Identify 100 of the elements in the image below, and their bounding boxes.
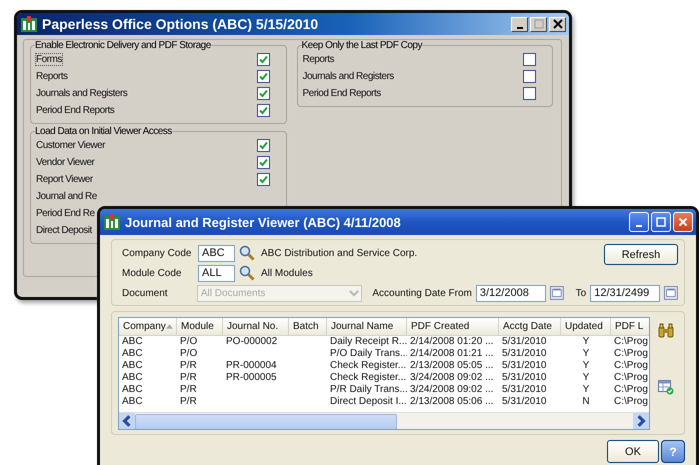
checkbox-label: Journal and Re [35, 190, 98, 203]
table-cell: Daily Receipt R... [330, 336, 407, 347]
table-cell: P/O [180, 336, 198, 347]
minimize-icon [636, 224, 642, 226]
field-label: Company Code [122, 248, 192, 258]
group-title: Keep Only the Last PDF Copy [302, 40, 422, 51]
maximize-icon [534, 19, 544, 29]
table-cell: P/O Daily Trans... [330, 348, 407, 359]
checkbox[interactable] [256, 173, 270, 186]
checkbox[interactable] [256, 87, 270, 100]
date-field[interactable]: 3/12/2008 [476, 284, 546, 302]
table-cell: PR-000005 [226, 372, 277, 383]
horizontal-scrollbar[interactable] [119, 412, 649, 429]
column-header[interactable]: PDF L [611, 318, 649, 335]
column-header[interactable]: Acctg Date [499, 318, 561, 335]
table-cell: 5/31/2010 [502, 360, 546, 371]
checkbox-label: Period End Reports [35, 104, 116, 117]
table-cell: 2/13/2008 05:06 ... [410, 396, 494, 407]
input-field[interactable]: ABC [198, 244, 235, 262]
table-cell: 3/24/2008 09:02 ... [410, 372, 494, 383]
table-cell: 5/31/2010 [502, 372, 546, 383]
table-cell: Y [582, 348, 590, 359]
table-cell: 5/31/2010 [502, 396, 546, 407]
table-cell: 5/31/2010 [502, 348, 546, 359]
checkbox-label: Period End Reports [302, 87, 382, 100]
search-icon[interactable] [239, 245, 255, 261]
binoculars-icon[interactable] [658, 323, 674, 339]
column-header[interactable]: Updated [561, 318, 611, 335]
column-header[interactable]: Module [177, 318, 223, 335]
column-header[interactable]: Journal Name [327, 318, 407, 335]
checkbox-label: Direct Deposit [35, 224, 93, 237]
close-icon [678, 217, 688, 227]
window-title: Paperless Office Options (ABC) 5/15/2010 [42, 16, 320, 32]
checkbox[interactable] [256, 156, 270, 169]
app-icon [104, 214, 120, 230]
calendar-icon[interactable] [664, 286, 678, 300]
checkbox[interactable] [256, 139, 270, 152]
checkbox-label: Report Viewer [35, 173, 94, 186]
table-cell: ABC [122, 396, 143, 407]
group-title: Load Data on Initial Viewer Access [35, 126, 172, 137]
table-cell: P/O [180, 348, 198, 359]
table-check-icon[interactable] [658, 379, 674, 395]
checkbox[interactable] [256, 104, 270, 117]
table-cell: ABC [122, 372, 143, 383]
checkbox-label: Reports [35, 70, 69, 83]
table-cell: P/R Daily Trans... [330, 384, 407, 395]
table-cell: ABC [122, 360, 143, 371]
field-label: To [576, 288, 586, 298]
table-cell: 2/13/2008 05:05 ... [410, 360, 494, 371]
table-cell: PR-000004 [226, 360, 277, 371]
field-label: Document [122, 288, 169, 298]
minimize-button[interactable] [511, 16, 528, 32]
column-header[interactable]: Batch [289, 318, 327, 335]
table-cell: P/R [180, 360, 197, 371]
table-cell: Check Register... [330, 360, 406, 371]
table-cell: C:\Prog [614, 336, 648, 347]
column-header[interactable]: Journal No. [223, 318, 289, 335]
checkbox-label: Journals and Registers [35, 87, 128, 100]
ok-button[interactable]: OK [607, 440, 659, 463]
table-cell: C:\Prog [614, 396, 648, 407]
date-field[interactable]: 12/31/2499 [590, 284, 660, 302]
scroll-left-icon[interactable] [119, 413, 135, 429]
minimize-button[interactable] [629, 212, 649, 232]
table-cell: ABC [122, 336, 143, 347]
table-cell: PO-000002 [226, 336, 278, 347]
refresh-button[interactable]: Refresh [604, 244, 678, 265]
table-cell: Direct Deposit I... [330, 396, 407, 407]
table-cell: P/R [180, 384, 197, 395]
search-icon[interactable] [239, 265, 255, 281]
checkbox-label: Vendor Viewer [35, 156, 96, 169]
checkbox[interactable] [523, 70, 536, 83]
scroll-right-icon[interactable] [633, 413, 649, 429]
table-cell: Y [582, 336, 590, 347]
table-cell: P/R [180, 396, 197, 407]
table-cell: N [582, 396, 590, 407]
table-cell: 2/14/2008 01:20 ... [410, 336, 494, 347]
close-button[interactable] [549, 16, 566, 32]
checkbox[interactable] [256, 70, 270, 83]
checkbox[interactable] [523, 87, 536, 100]
column-header[interactable]: Company [119, 318, 177, 335]
checkbox[interactable] [256, 53, 270, 66]
window-title: Journal and Register Viewer (ABC) 4/11/2008 [125, 214, 402, 230]
checkbox-label: Reports [302, 53, 336, 66]
maximize-button[interactable] [651, 212, 671, 232]
table-cell: Y [582, 372, 590, 383]
table-cell: 2/14/2008 01:21 ... [410, 348, 494, 359]
field-label: Accounting Date From [372, 288, 472, 298]
table-cell: C:\Prog [614, 348, 648, 359]
column-header[interactable]: PDF Created [407, 318, 499, 335]
input-field[interactable]: ALL [198, 264, 235, 282]
checkbox[interactable] [523, 53, 536, 66]
calendar-icon[interactable] [550, 286, 564, 300]
checkbox-label: Customer Viewer [35, 139, 106, 152]
maximize-icon [656, 217, 666, 227]
table-cell: C:\Prog [614, 384, 648, 395]
checkbox-label: Forms [35, 53, 63, 66]
table-cell: ABC [122, 384, 143, 395]
company-name: ABC Distribution and Service Corp. [261, 248, 418, 258]
table-cell: 5/31/2010 [502, 336, 546, 347]
table-cell: P/R [180, 372, 197, 383]
